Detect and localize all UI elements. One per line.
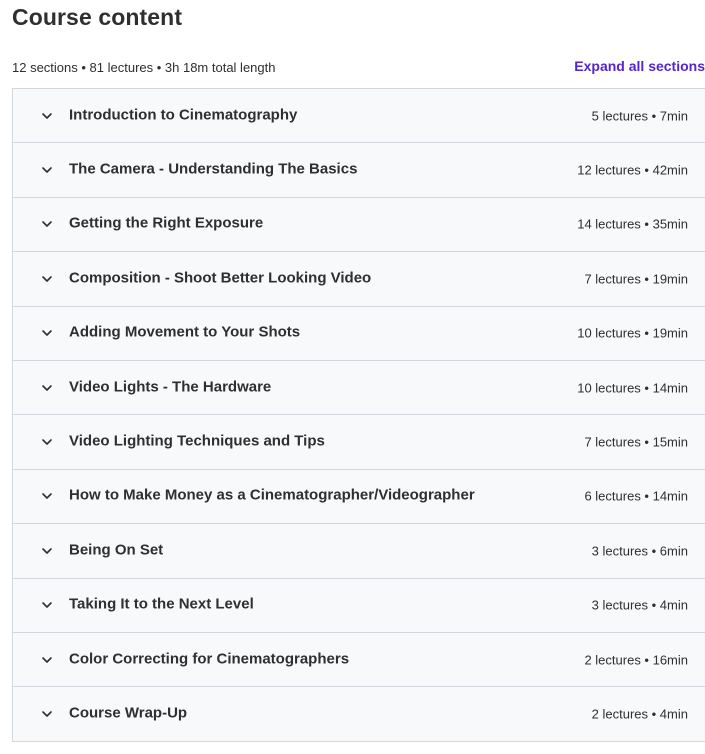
chevron-down-icon [40,217,54,231]
section-lecture-count: 3 lectures • 4min [591,597,688,613]
section-lecture-count: 12 lectures • 42min [577,162,688,178]
chevron-down-icon [40,272,54,286]
chevron-down-icon [40,653,54,667]
section-title: Course Wrap-Up [69,704,188,722]
course-summary: 12 sections • 81 lectures • 3h 18m total… [12,60,276,75]
section-row[interactable]: How to Make Money as a Cinematographer/V… [13,469,705,525]
section-lecture-count: 7 lectures • 19min [584,271,688,287]
expand-all-sections-button[interactable]: Expand all sections [574,58,705,74]
section-title: Being On Set [69,541,164,559]
chevron-down-icon [40,326,54,340]
section-row[interactable]: Composition - Shoot Better Looking Video… [13,252,705,307]
section-lecture-count: 7 lectures • 15min [584,434,688,450]
section-title: Video Lights - The Hardware [69,378,272,396]
section-row[interactable]: Color Correcting for Cinematographers 2 … [13,632,705,688]
section-row[interactable]: Introduction to Cinematography 5 lecture… [13,89,705,144]
section-row[interactable]: Adding Movement to Your Shots 10 lecture… [13,306,705,361]
section-row[interactable]: Video Lights - The Hardware 10 lectures … [13,360,705,416]
section-title: Introduction to Cinematography [69,106,298,124]
chevron-down-icon [40,163,54,177]
section-title: Video Lighting Techniques and Tips [69,432,325,450]
page-title: Course content [12,4,183,30]
section-lecture-count: 5 lectures • 7min [591,108,688,124]
section-row[interactable]: Video Lighting Techniques and Tips 7 lec… [13,415,705,470]
chevron-down-icon [40,707,54,721]
section-title: The Camera - Understanding The Basics [69,160,358,178]
chevron-down-icon [40,381,54,395]
chevron-down-icon [40,435,54,449]
chevron-down-icon [40,544,54,558]
section-lecture-count: 6 lectures • 14min [584,488,688,504]
section-lecture-count: 10 lectures • 14min [577,380,688,396]
section-row[interactable]: Getting the Right Exposure 14 lectures •… [13,197,705,253]
section-lecture-count: 2 lectures • 4min [591,706,688,722]
section-title: Composition - Shoot Better Looking Video [69,269,372,287]
section-title: How to Make Money as a Cinematographer/V… [69,486,475,504]
section-title: Color Correcting for Cinematographers [69,650,350,668]
section-lecture-count: 14 lectures • 35min [577,216,688,232]
section-row[interactable]: Taking It to the Next Level 3 lectures •… [13,578,705,633]
section-lecture-count: 3 lectures • 6min [591,543,688,559]
chevron-down-icon [40,598,54,612]
section-list: Introduction to Cinematography 5 lecture… [12,88,705,742]
section-row[interactable]: The Camera - Understanding The Basics 12… [13,143,705,198]
chevron-down-icon [40,489,54,503]
chevron-down-icon [40,109,54,123]
section-lecture-count: 2 lectures • 16min [584,652,688,668]
section-title: Getting the Right Exposure [69,214,264,232]
section-title: Taking It to the Next Level [69,595,254,613]
section-row[interactable]: Being On Set 3 lectures • 6min [13,524,705,579]
course-summary-bar: 12 sections • 81 lectures • 3h 18m total… [12,58,705,78]
section-row[interactable]: Course Wrap-Up 2 lectures • 4min [13,687,705,742]
section-lecture-count: 10 lectures • 19min [577,325,688,341]
section-title: Adding Movement to Your Shots [69,323,301,341]
